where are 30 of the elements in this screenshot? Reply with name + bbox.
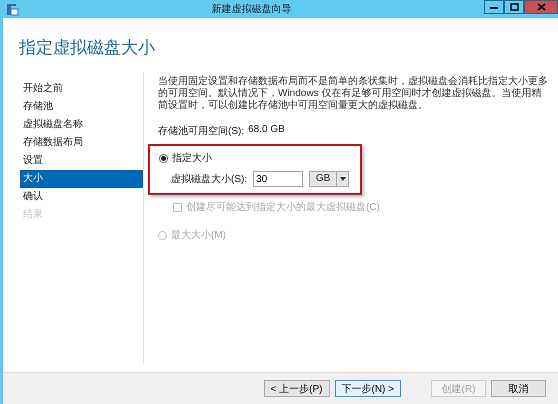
minimize-button[interactable] xyxy=(484,0,504,14)
close-button[interactable] xyxy=(524,0,558,14)
checkbox-label: 创建尽可能达到指定大小的最大虚拟磁盘(C) xyxy=(186,200,380,214)
step-item[interactable]: 确认 xyxy=(20,188,143,206)
page-heading: 指定虚拟磁盘大小 xyxy=(19,38,155,57)
minimize-icon xyxy=(490,4,498,10)
close-icon xyxy=(536,3,546,11)
maximize-button[interactable] xyxy=(504,0,524,14)
maximize-icon xyxy=(510,3,518,11)
app-icon xyxy=(6,2,19,16)
window-title: 新建虚拟磁盘向导 xyxy=(210,2,292,16)
radio-button[interactable] xyxy=(159,154,168,162)
option-label: 最大大小(M) xyxy=(171,228,226,242)
dropdown-arrow-icon xyxy=(340,177,346,181)
option-label: 指定大小 xyxy=(172,152,212,165)
field-label: 虚拟磁盘大小(S): xyxy=(171,172,248,186)
step-item[interactable]: 虚拟磁盘名称 xyxy=(20,116,143,134)
step-item[interactable]: 大小 xyxy=(20,170,143,188)
size-input[interactable]: 30 xyxy=(253,171,304,187)
step-item[interactable]: 存储池 xyxy=(20,98,143,116)
step-item[interactable]: 存储数据布局 xyxy=(20,134,143,152)
unit-dropdown[interactable]: GB xyxy=(309,171,350,187)
wizard-button[interactable]: < 上一步(P) xyxy=(264,380,330,397)
step-item[interactable]: 开始之前 xyxy=(20,80,143,98)
step-item[interactable]: 设置 xyxy=(20,152,143,170)
free-space-label: 存储池可用空间(S): xyxy=(158,124,244,138)
description-text: 当使用固定设置和存储数据布局而不是简单的条状集时，虚拟磁盘会消耗比指定大小更多的可用空间。默认情况下，Windows 仅在有足够可用空间时才创建虚拟磁盘。当使用精简设置时，可以创建比存储池中可用空间量更大的虚拟磁盘。 xyxy=(158,76,549,112)
free-space-value: 68.0 GB xyxy=(248,124,285,137)
wizard-button[interactable]: 下一步(N) > xyxy=(334,380,401,397)
wizard-button[interactable]: 取消 xyxy=(491,380,546,397)
